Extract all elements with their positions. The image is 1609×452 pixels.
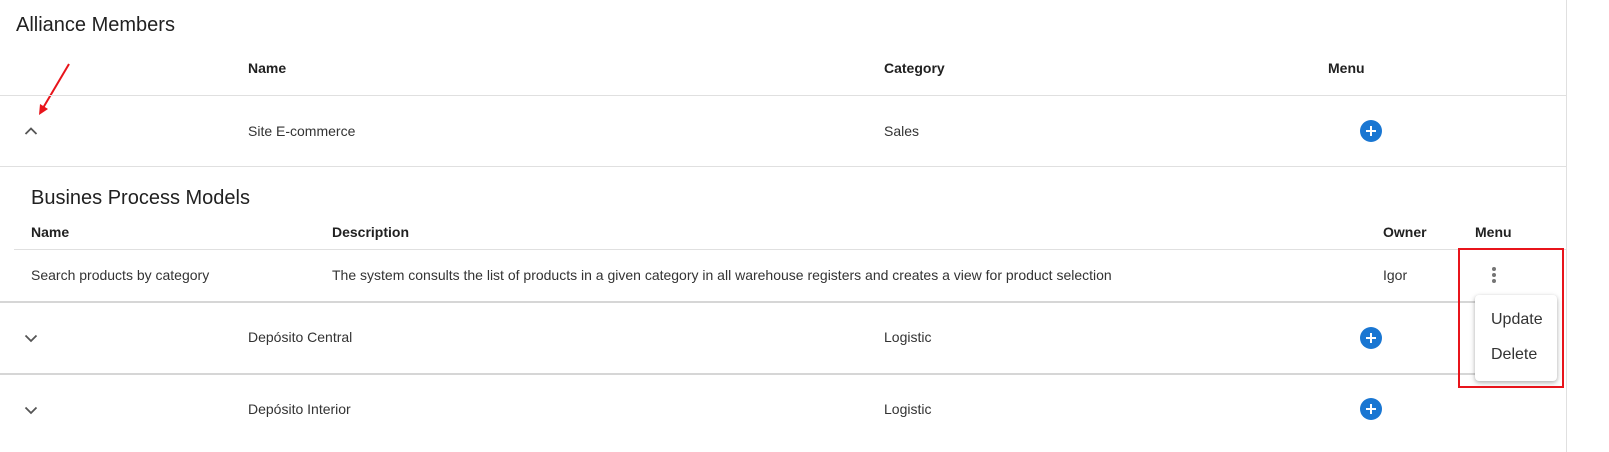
member-category: Logistic: [884, 401, 932, 417]
add-icon: [1366, 333, 1376, 343]
pm-row-description: The system consults the list of products…: [332, 267, 1112, 283]
annotation-highlight-box: [1458, 248, 1564, 388]
expand-row-button[interactable]: [21, 328, 41, 348]
col-header-name[interactable]: Name: [248, 60, 286, 76]
scrollbar-track[interactable]: [1566, 0, 1567, 452]
alliance-members-page: Alliance Members Name Category Menu Site…: [0, 0, 1609, 452]
page-title: Alliance Members: [16, 14, 175, 36]
add-icon: [1366, 126, 1376, 136]
pm-col-header-name[interactable]: Name: [31, 224, 69, 240]
panel-divider: [0, 301, 1475, 303]
process-models-title: Busines Process Models: [31, 187, 250, 209]
row-divider: [0, 373, 1475, 375]
chevron-up-icon: [24, 127, 38, 135]
member-category: Logistic: [884, 329, 932, 345]
pm-row-owner: Igor: [1383, 267, 1408, 283]
add-process-button[interactable]: [1360, 120, 1382, 142]
collapse-row-button[interactable]: [21, 121, 41, 141]
col-header-category[interactable]: Category: [884, 60, 945, 76]
chevron-down-icon: [24, 334, 38, 343]
annotation-arrow-icon: [39, 63, 70, 115]
header-divider: [0, 95, 1566, 96]
row-divider: [0, 166, 1566, 167]
add-icon: [1366, 404, 1376, 414]
member-name: Depósito Central: [248, 329, 353, 345]
add-process-button[interactable]: [1360, 327, 1382, 349]
pm-col-header-owner[interactable]: Owner: [1383, 224, 1427, 240]
col-header-menu: Menu: [1328, 60, 1365, 76]
pm-row-name: Search products by category: [31, 267, 210, 283]
expand-row-button[interactable]: [21, 400, 41, 420]
member-category: Sales: [884, 123, 920, 139]
pm-col-header-menu: Menu: [1475, 224, 1512, 240]
member-name: Depósito Interior: [248, 401, 351, 417]
member-name: Site E-commerce: [248, 123, 356, 139]
pm-col-header-description[interactable]: Description: [332, 224, 409, 240]
chevron-down-icon: [24, 406, 38, 415]
pm-header-divider: [14, 249, 1566, 250]
add-process-button[interactable]: [1360, 398, 1382, 420]
